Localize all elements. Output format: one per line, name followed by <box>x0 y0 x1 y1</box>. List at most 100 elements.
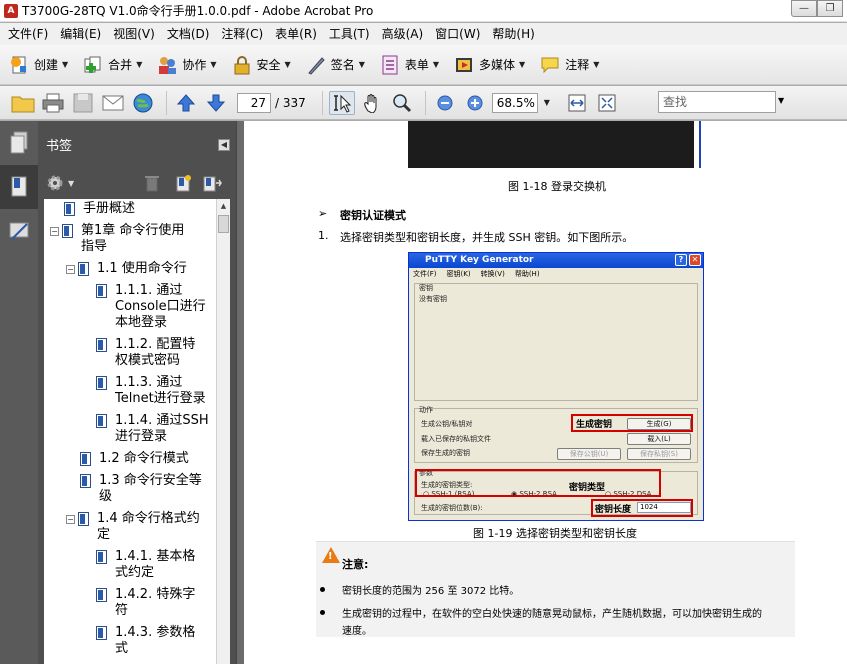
scroll-up-icon[interactable]: ▲ <box>217 199 230 213</box>
menu-document[interactable]: 文档(D) <box>161 23 216 45</box>
bookmark-label: 1.4.2. 特殊字 符 <box>115 587 196 618</box>
bookmark-tree: 手册概述 − 第1章 命令行使用 指导 − 1.1 使用命令行 1.1.1. 通… <box>44 199 216 664</box>
print-button[interactable] <box>40 91 66 115</box>
putty-menu-key: 密钥(K) <box>446 270 471 278</box>
bookmark-item[interactable]: 1.1.2. 配置特 权模式密码 <box>96 337 195 369</box>
bookmark-item[interactable]: − 1.4 命令行格式约 定 <box>66 511 200 543</box>
bookmark-item[interactable]: − 1.1 使用命令行 <box>66 261 187 277</box>
select-tool-button[interactable] <box>328 90 355 115</box>
bookmark-label: 1.4 命令行格式约 定 <box>97 511 200 542</box>
putty-save-public-button: 保存公钥(U) <box>557 448 621 460</box>
menu-advanced[interactable]: 高级(A) <box>376 23 430 45</box>
bookmark-icon <box>96 284 107 298</box>
note-bullet-2-cont: 速度。 <box>342 626 372 637</box>
bookmark-item[interactable]: 1.1.1. 通过 Console口进行 本地登录 <box>96 283 206 331</box>
collapse-panel-button[interactable]: ◀ <box>218 139 230 151</box>
trash-icon[interactable] <box>144 174 160 192</box>
bookmark-expander[interactable]: − <box>66 265 75 274</box>
find-input[interactable]: 查找 <box>658 91 776 113</box>
expand-bookmark-icon[interactable] <box>202 174 222 192</box>
zoom-in-button[interactable] <box>462 91 488 115</box>
bookmark-label: 1.1.1. 通过 Console口进行 本地登录 <box>115 283 206 330</box>
pdf-page: 图 1-18 登录交换机 ➢ 密钥认证模式 1. 选择密钥类型和密钥长度，并生成… <box>244 121 847 664</box>
bookmark-item[interactable]: 1.4.3. 参数格 式 <box>96 625 195 657</box>
task-comment[interactable]: 注释 ▼ <box>539 54 599 76</box>
restore-button[interactable]: ❐ <box>817 0 843 17</box>
bullet <box>320 587 325 592</box>
fit-width-button[interactable] <box>564 91 590 115</box>
gear-icon[interactable] <box>46 174 64 192</box>
zoom-out-button[interactable] <box>432 91 458 115</box>
menu-comments[interactable]: 注释(C) <box>215 23 269 45</box>
arrow-up-icon <box>176 93 196 111</box>
bookmark-icon <box>96 414 107 428</box>
next-page-button[interactable] <box>203 91 229 115</box>
task-sign[interactable]: 签名 ▼ <box>305 54 365 76</box>
menu-forms[interactable]: 表单(R) <box>269 23 323 45</box>
zoom-out-icon <box>437 95 453 110</box>
bookmark-icon <box>96 588 107 602</box>
task-collaborate[interactable]: 协作 ▼ <box>156 54 217 76</box>
hand-tool-button[interactable] <box>359 91 385 115</box>
bookmark-item[interactable]: 1.3 命令行安全等 级 <box>80 473 202 505</box>
menu-tools[interactable]: 工具(T) <box>323 23 376 45</box>
task-forms-label: 表单 <box>404 58 429 72</box>
globe-icon <box>133 93 153 112</box>
menu-file[interactable]: 文件(F) <box>2 23 54 45</box>
menu-window[interactable]: 窗口(W) <box>429 23 486 45</box>
scrollbar-thumb[interactable] <box>218 215 229 233</box>
marquee-zoom-button[interactable] <box>389 91 415 115</box>
bookmark-item[interactable]: 1.1.4. 通过SSH 进行登录 <box>96 413 209 445</box>
bookmark-item[interactable]: 1.1.3. 通过 Telnet进行登录 <box>96 375 206 407</box>
task-combine[interactable]: 合并 ▼ <box>82 54 142 76</box>
save-button[interactable] <box>70 91 96 115</box>
toolbar-separator <box>321 90 323 115</box>
find-dropdown-chevron-icon[interactable]: ▼ <box>778 96 784 105</box>
bookmark-icon <box>96 550 107 564</box>
signatures-panel-button[interactable] <box>0 209 38 253</box>
pages-icon <box>10 131 28 154</box>
previous-page-button[interactable] <box>173 91 199 115</box>
task-create[interactable]: 创建 ▼ <box>8 54 68 76</box>
collaborate-icon <box>159 56 177 74</box>
putty-title: PuTTY Key Generator <box>425 255 534 265</box>
page-number-input[interactable]: 27 <box>237 92 271 113</box>
bookmark-expander[interactable]: − <box>50 227 59 236</box>
zoom-dropdown-chevron-icon[interactable]: ▼ <box>544 98 550 107</box>
bookmark-label: 1.1.2. 配置特 权模式密码 <box>115 337 196 368</box>
putty-key-group-label: 密钥 <box>419 284 433 292</box>
task-multimedia[interactable]: 多媒体 ▼ <box>453 54 525 76</box>
bookmark-scrollbar[interactable]: ▲ <box>216 199 230 664</box>
email-button[interactable] <box>100 91 126 115</box>
bookmarks-panel-button[interactable] <box>0 165 38 209</box>
zoom-level-input[interactable]: 68.5% <box>491 92 538 113</box>
open-button[interactable] <box>10 91 36 115</box>
menu-edit[interactable]: 编辑(E) <box>54 23 107 45</box>
bookmark-item[interactable]: 手册概述 <box>64 201 135 217</box>
title-bar: A T3700G-28TQ V1.0命令行手册1.0.0.pdf - Adobe… <box>0 0 847 22</box>
folder-icon <box>11 96 35 112</box>
bookmark-item[interactable]: 1.2 命令行模式 <box>80 451 189 467</box>
bookmark-icon <box>96 626 107 640</box>
putty-menu-file: 文件(F) <box>413 270 437 278</box>
task-forms[interactable]: 表单 ▼ <box>379 54 439 76</box>
fit-page-button[interactable] <box>594 91 620 115</box>
task-secure[interactable]: 安全 ▼ <box>231 54 291 76</box>
options-chevron-icon[interactable]: ▼ <box>68 179 74 188</box>
fit-page-icon <box>598 94 616 111</box>
bookmark-item[interactable]: 1.4.2. 特殊字 符 <box>96 587 195 619</box>
putty-actions-label: 动作 <box>419 406 433 414</box>
bookmark-item[interactable]: − 第1章 命令行使用 指导 <box>50 223 184 255</box>
menu-view[interactable]: 视图(V) <box>107 23 161 45</box>
panel-splitter[interactable] <box>236 121 244 664</box>
bookmark-label: 1.1 使用命令行 <box>97 261 187 276</box>
bookmarks-toolbar: ▼ <box>38 167 236 199</box>
menu-help[interactable]: 帮助(H) <box>486 23 540 45</box>
new-bookmark-icon[interactable] <box>174 174 192 192</box>
pages-panel-button[interactable] <box>0 121 38 165</box>
web-button[interactable] <box>130 91 156 115</box>
minimize-button[interactable]: — <box>791 0 817 17</box>
bookmark-expander[interactable]: − <box>66 515 75 524</box>
bookmark-item[interactable]: 1.4.1. 基本格 式约定 <box>96 549 195 581</box>
menu-bar: 文件(F) 编辑(E) 视图(V) 文档(D) 注释(C) 表单(R) 工具(T… <box>0 23 847 45</box>
